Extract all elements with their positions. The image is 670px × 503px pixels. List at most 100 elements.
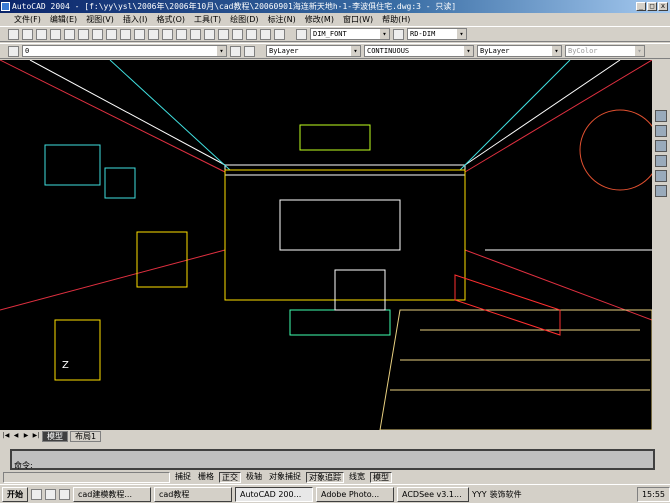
dim-style-select[interactable]: RD-DIM [407, 28, 467, 40]
task-cad-tutorial-doc[interactable]: cad建模教程... [73, 486, 151, 502]
dim-style-icon [393, 28, 404, 40]
toolbar-software[interactable]: 装饰软件 [490, 489, 522, 500]
undo-icon[interactable] [148, 28, 159, 40]
maximize-button[interactable]: □ [647, 2, 657, 11]
make-current-icon[interactable] [230, 45, 241, 57]
print-icon[interactable] [50, 28, 61, 40]
ortho-toggle[interactable]: 正交 [219, 471, 241, 483]
drawing-area[interactable]: Z [0, 59, 661, 431]
match-properties-icon[interactable] [134, 28, 145, 40]
menu-help[interactable]: 帮助(H) [382, 14, 410, 25]
menu-dimension[interactable]: 标注(N) [268, 14, 296, 25]
red-sofa [454, 274, 561, 336]
window-wall [54, 124, 466, 381]
menu-modify[interactable]: 修改(M) [305, 14, 334, 25]
minimize-button[interactable]: _ [636, 2, 646, 11]
first-tab-icon[interactable]: |◀ [2, 432, 10, 441]
menu-draw[interactable]: 绘图(D) [230, 14, 258, 25]
task-cad-folder[interactable]: cad教程 [154, 486, 232, 502]
right-toolbar [652, 60, 670, 430]
quicklaunch-icon[interactable] [31, 488, 42, 500]
title-bar: AutoCAD 2004 - [f:\yy\ysl\2006年\2006年10月… [0, 0, 670, 13]
start-button[interactable]: 开始 [2, 486, 28, 502]
open-icon[interactable] [22, 28, 33, 40]
wall-lines [44, 59, 571, 199]
view-left-icon[interactable] [655, 155, 667, 167]
room-perspective-lines [0, 59, 653, 321]
menu-file[interactable]: 文件(F) [14, 14, 41, 25]
redo-icon[interactable] [162, 28, 173, 40]
preview-icon[interactable] [64, 28, 75, 40]
ucs-icon: Z [62, 360, 69, 371]
zoom-window-icon[interactable] [204, 28, 215, 40]
text-style-select[interactable]: DIM_FONT [310, 28, 390, 40]
shelf [485, 109, 661, 251]
media-icon[interactable] [59, 488, 70, 500]
design-center-icon[interactable] [246, 28, 257, 40]
layout-tabs: |◀ ◀ ▶ ▶| 模型 布局1 [0, 430, 652, 442]
next-tab-icon[interactable]: ▶ [22, 432, 30, 441]
help-icon[interactable] [274, 28, 285, 40]
wireframe-drawing: Z [0, 59, 661, 431]
tool-palettes-icon[interactable] [260, 28, 271, 40]
grid-toggle[interactable]: 栅格 [196, 472, 216, 483]
publish-icon[interactable] [78, 28, 89, 40]
status-bar: 捕捉 栅格 正交 极轴 对象捕捉 对象追踪 线宽 模型 [0, 471, 670, 483]
orbit-icon[interactable] [655, 110, 667, 122]
zoom-realtime-icon[interactable] [190, 28, 201, 40]
ceiling-lines [29, 59, 621, 176]
clock: 15:55 [641, 489, 665, 499]
lineweight-toggle[interactable]: 线宽 [347, 472, 367, 483]
task-autocad[interactable]: AutoCAD 200... [235, 486, 313, 502]
autocad-icon [1, 2, 10, 11]
pan-icon[interactable] [176, 28, 187, 40]
menu-window[interactable]: 窗口(W) [343, 14, 373, 25]
lineweight-select[interactable]: ByLayer [477, 45, 562, 57]
view-right-icon[interactable] [655, 170, 667, 182]
osnap-toggle[interactable]: 对象捕捉 [267, 472, 303, 483]
taskbar: 开始 cad建模教程... cad教程 AutoCAD 200... Adobe… [0, 484, 670, 503]
tab-model[interactable]: 模型 [42, 430, 68, 442]
system-tray: 15:55 [636, 486, 670, 502]
linetype-select[interactable]: CONTINUOUS [364, 45, 474, 57]
cut-icon[interactable] [92, 28, 103, 40]
layer-previous-icon[interactable] [244, 45, 255, 57]
zoom-previous-icon[interactable] [218, 28, 229, 40]
polar-toggle[interactable]: 极轴 [244, 472, 264, 483]
save-icon[interactable] [36, 28, 47, 40]
close-button[interactable]: x [658, 2, 668, 11]
copy-icon[interactable] [106, 28, 117, 40]
coordinate-display [3, 471, 170, 483]
otrack-toggle[interactable]: 对象追踪 [306, 471, 344, 483]
new-icon[interactable] [8, 28, 19, 40]
menu-view[interactable]: 视图(V) [86, 14, 114, 25]
menu-format[interactable]: 格式(O) [156, 14, 185, 25]
task-photoshop[interactable]: Adobe Photo... [316, 486, 394, 502]
view-top-icon[interactable] [655, 125, 667, 137]
toolbar-yyy[interactable]: YYY [472, 490, 487, 499]
text-style-icon [296, 28, 307, 40]
standard-toolbar: DIM_FONT RD-DIM [0, 26, 670, 42]
layer-select[interactable]: 0 [22, 45, 227, 57]
color-select[interactable]: ByLayer [266, 45, 361, 57]
snap-toggle[interactable]: 捕捉 [173, 472, 193, 483]
command-line[interactable]: 命令: [10, 449, 655, 470]
layer-manager-icon[interactable] [8, 45, 19, 57]
view-front-icon[interactable] [655, 140, 667, 152]
menu-edit[interactable]: 编辑(E) [50, 14, 77, 25]
menu-tools[interactable]: 工具(T) [194, 14, 221, 25]
paste-icon[interactable] [120, 28, 131, 40]
plotstyle-select[interactable]: ByColor [565, 45, 645, 57]
ie-icon[interactable] [45, 488, 56, 500]
tab-layout1[interactable]: 布局1 [70, 430, 102, 442]
prev-tab-icon[interactable]: ◀ [12, 432, 20, 441]
model-toggle[interactable]: 模型 [370, 471, 392, 483]
menu-bar: 文件(F) 编辑(E) 视图(V) 插入(I) 格式(O) 工具(T) 绘图(D… [0, 13, 670, 25]
window-title: AutoCAD 2004 - [f:\yy\ysl\2006年\2006年10月… [12, 2, 457, 11]
menu-insert[interactable]: 插入(I) [123, 14, 148, 25]
properties-icon[interactable] [232, 28, 243, 40]
sofa-furniture [289, 269, 653, 431]
task-acdsee[interactable]: ACDSee v3.1... [397, 486, 469, 502]
view-iso-icon[interactable] [655, 185, 667, 197]
last-tab-icon[interactable]: ▶| [32, 432, 40, 441]
